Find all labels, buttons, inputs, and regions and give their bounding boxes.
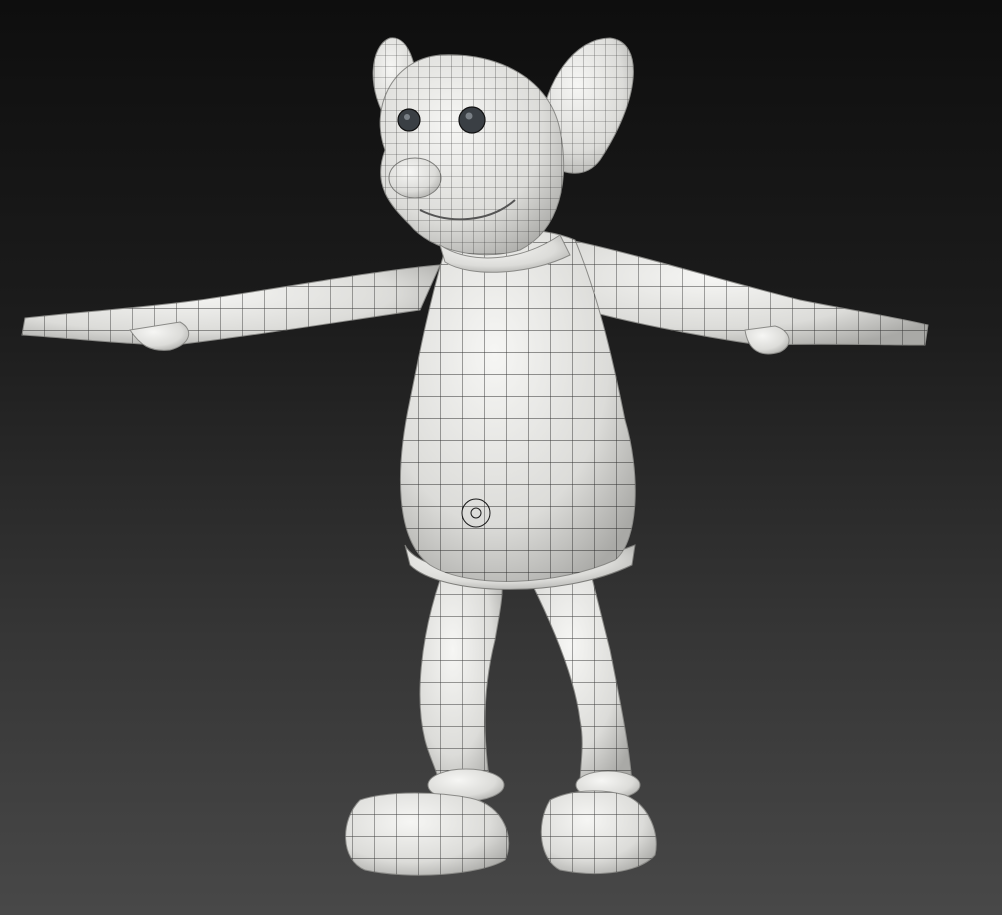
cartoon-mouse-model <box>21 37 929 876</box>
right-eye <box>458 106 486 134</box>
right-arm <box>569 239 929 355</box>
right-leg <box>529 569 633 786</box>
left-shoe <box>345 792 510 876</box>
head <box>372 37 634 273</box>
left-arm <box>21 264 441 351</box>
left-eye <box>397 108 421 132</box>
3d-viewport[interactable] <box>0 0 1002 915</box>
left-leg <box>419 574 503 791</box>
right-shoe <box>540 790 657 874</box>
